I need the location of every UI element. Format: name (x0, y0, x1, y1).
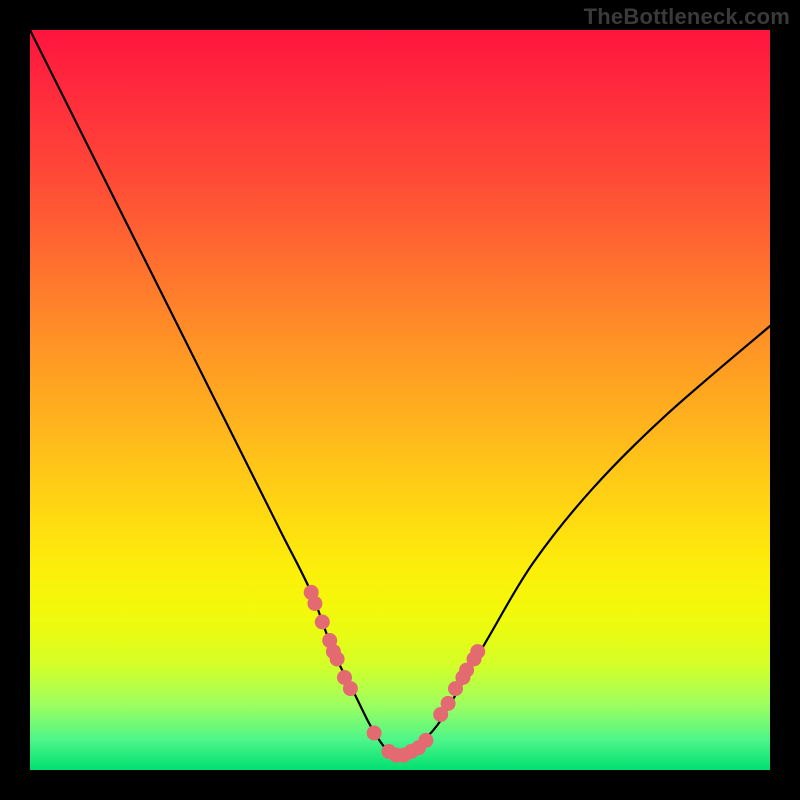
scatter-point (343, 681, 358, 696)
plot-area (30, 30, 770, 770)
scatter-point (441, 696, 456, 711)
watermark-text: TheBottleneck.com (584, 4, 790, 30)
scatter-point (418, 733, 433, 748)
curve-line (30, 30, 770, 755)
chart-frame: TheBottleneck.com (0, 0, 800, 800)
scatter-point (367, 726, 382, 741)
scatter-point (315, 615, 330, 630)
scatter-point (330, 652, 345, 667)
curve-svg (30, 30, 770, 770)
scatter-point (470, 644, 485, 659)
scatter-points (304, 585, 486, 763)
scatter-point (307, 596, 322, 611)
